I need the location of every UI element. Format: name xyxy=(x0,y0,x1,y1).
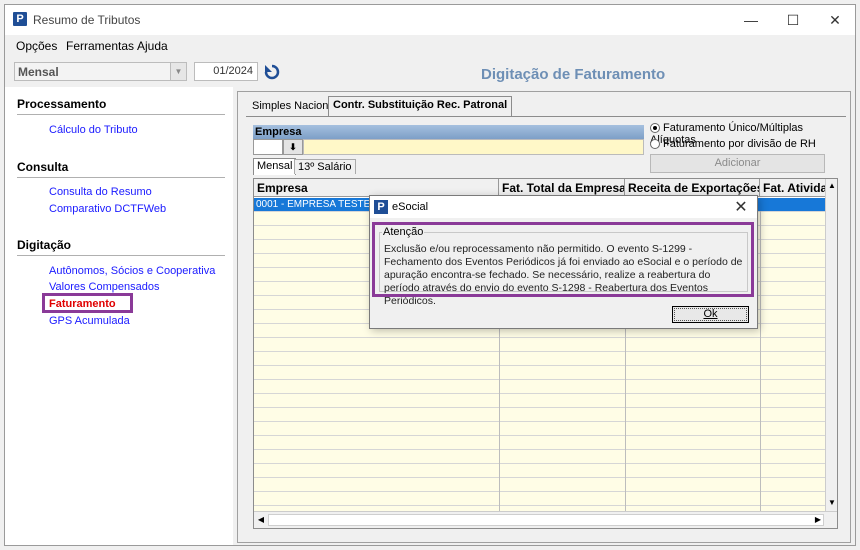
sidebar-item-valores-compensados[interactable]: Valores Compensados xyxy=(49,281,159,293)
add-button[interactable]: Adicionar xyxy=(650,154,825,173)
sidebar-item-comparativo-dctfweb[interactable]: Comparativo DCTFWeb xyxy=(49,203,166,215)
scroll-down-icon[interactable]: ▼ xyxy=(826,498,837,507)
chevron-down-icon[interactable]: ▼ xyxy=(170,63,186,80)
period-input[interactable]: 01/2024 xyxy=(194,62,258,81)
minimize-button[interactable]: — xyxy=(737,9,765,31)
radio-faturamento-rh[interactable]: Faturamento por divisão de RH xyxy=(650,138,816,150)
scroll-right-icon[interactable]: ▶ xyxy=(812,515,824,524)
period-type-select[interactable]: Mensal ▼ xyxy=(14,62,187,81)
app-logo-icon: P xyxy=(13,12,27,26)
highlight-annotation xyxy=(42,293,133,313)
refresh-icon[interactable] xyxy=(262,63,282,81)
radio-label: Faturamento por divisão de RH xyxy=(663,138,816,150)
section-consulta: Consulta xyxy=(17,160,69,174)
subtab-mensal[interactable]: Mensal xyxy=(253,158,297,175)
column-divider xyxy=(760,198,761,512)
sidebar-item-gps-acumulada[interactable]: GPS Acumulada xyxy=(49,315,130,327)
sidebar: Processamento Cálculo do Tributo Consult… xyxy=(5,87,233,545)
sidebar-item-autonomos[interactable]: Autônomos, Sócios e Cooperativa xyxy=(49,265,215,277)
ok-label: Ok xyxy=(703,308,718,320)
title-bar: P Resumo de Tributos — ☐ ✕ xyxy=(5,5,855,35)
column-header-fat-atividade[interactable]: Fat. Ativida xyxy=(760,179,826,197)
menu-bar: Opções Ferramentas Ajuda xyxy=(5,35,855,57)
empresa-name-input[interactable] xyxy=(303,139,644,155)
divider xyxy=(17,177,225,178)
vertical-scrollbar[interactable]: ▲ ▼ xyxy=(825,179,837,512)
horizontal-scroll-thumb[interactable] xyxy=(268,514,824,526)
sidebar-item-consulta-resumo[interactable]: Consulta do Resumo xyxy=(49,186,152,198)
close-button[interactable]: ✕ xyxy=(821,9,849,31)
radio-unchecked-icon xyxy=(650,139,660,150)
download-arrow-icon[interactable]: ⬇ xyxy=(283,139,303,155)
highlight-annotation xyxy=(372,222,754,297)
divider xyxy=(17,114,225,115)
menu-ajuda[interactable]: Ajuda xyxy=(137,39,168,53)
menu-opcoes[interactable]: Opções xyxy=(16,39,57,53)
maximize-button[interactable]: ☐ xyxy=(779,9,807,31)
empresa-code-input[interactable] xyxy=(253,139,283,155)
ok-button[interactable]: Ok xyxy=(672,306,749,323)
section-processamento: Processamento xyxy=(17,97,107,111)
dialog-title-bar: P eSocial ✕ xyxy=(370,196,757,218)
empresa-label: Empresa xyxy=(253,125,644,139)
window-title: Resumo de Tributos xyxy=(33,13,141,27)
scroll-up-icon[interactable]: ▲ xyxy=(826,181,837,190)
menu-ferramentas[interactable]: Ferramentas xyxy=(66,39,134,53)
divider xyxy=(17,255,225,256)
radio-checked-icon xyxy=(650,123,660,134)
subtab-13-salario[interactable]: 13º Salário xyxy=(294,159,356,174)
horizontal-scrollbar[interactable]: ◀ ▶ xyxy=(254,511,837,528)
app-logo-icon: P xyxy=(374,200,388,214)
page-heading: Digitação de Faturamento xyxy=(481,66,666,83)
tab-contr-substituicao[interactable]: Contr. Substituição Rec. Patronal xyxy=(328,96,513,117)
sidebar-item-calculo-tributo[interactable]: Cálculo do Tributo xyxy=(49,124,138,136)
esocial-dialog: P eSocial ✕ Atenção Exclusão e/ou reproc… xyxy=(369,195,758,329)
section-digitacao: Digitação xyxy=(17,238,72,252)
scroll-left-icon[interactable]: ◀ xyxy=(255,515,267,524)
tab-strip-divider xyxy=(246,116,846,117)
toolbar: Mensal ▼ 01/2024 Digitação de Faturament… xyxy=(5,57,855,87)
dialog-title: eSocial xyxy=(392,201,429,213)
close-icon[interactable]: ✕ xyxy=(731,197,751,217)
period-type-value: Mensal xyxy=(18,65,59,79)
